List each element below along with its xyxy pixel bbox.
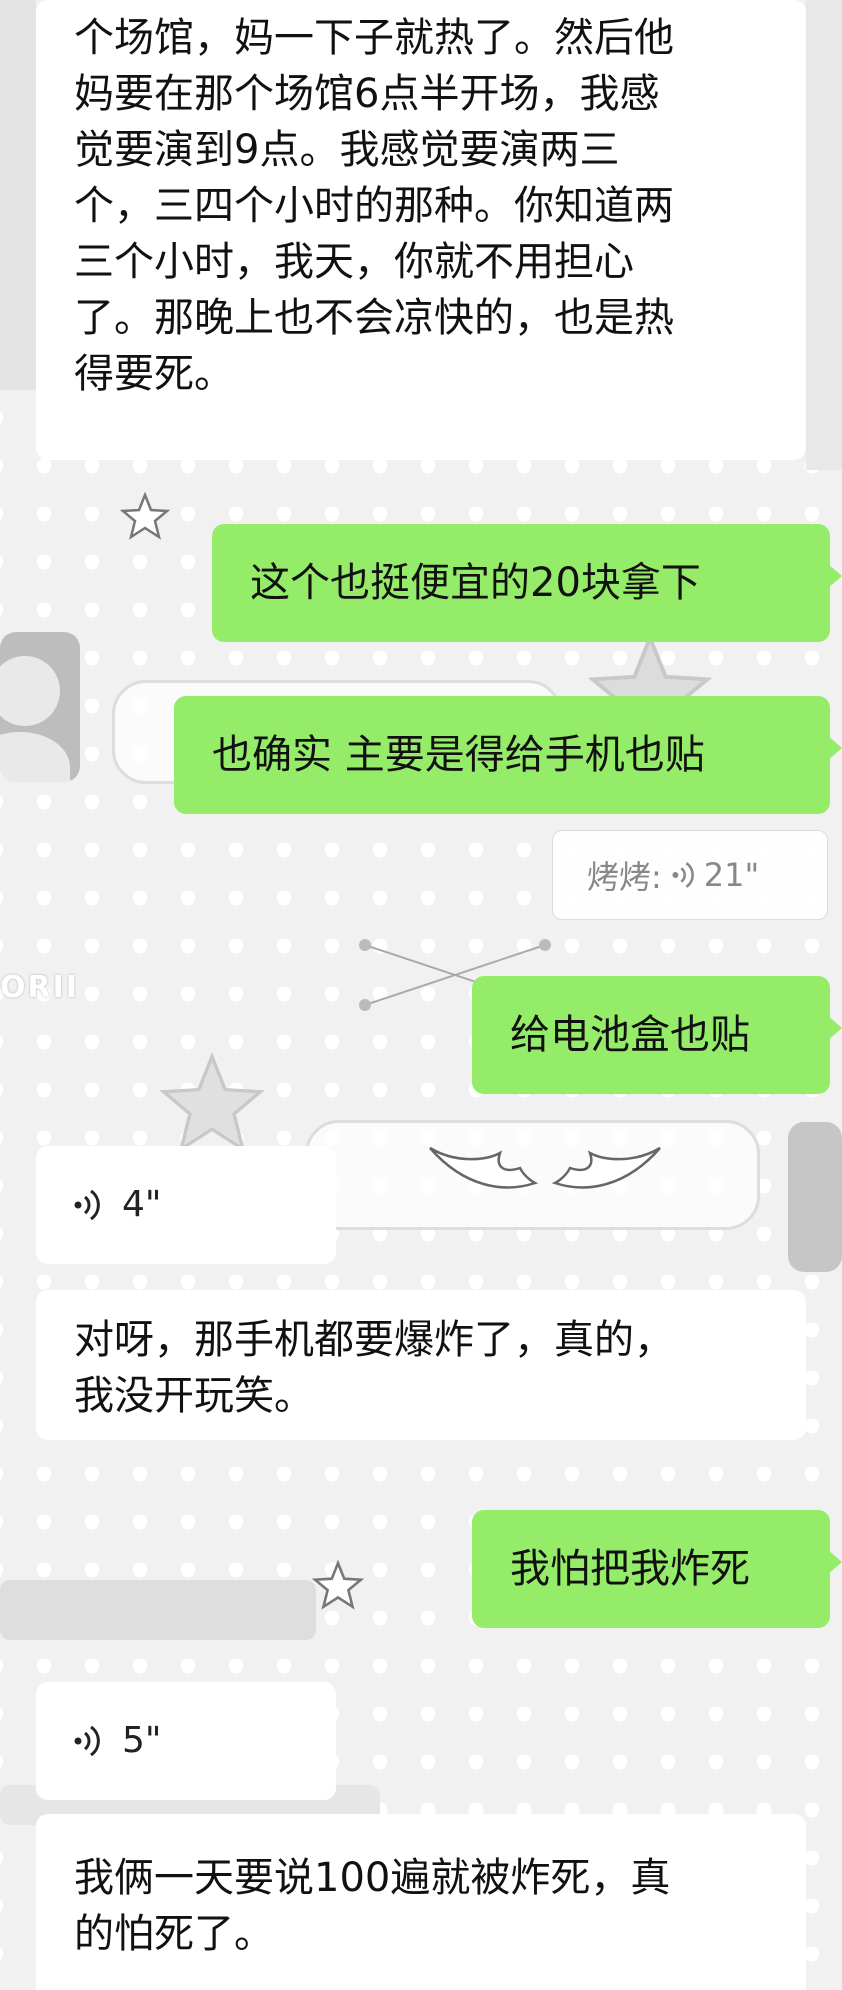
outgoing-message[interactable]: 也确实 主要是得给手机也贴 xyxy=(174,696,842,814)
message-text: 给电池盒也贴 xyxy=(510,1012,750,1058)
angel-wings-icon xyxy=(429,1146,661,1189)
incoming-message[interactable]: 对呀，那手机都要爆炸了，真的， 我没开玩笑。 xyxy=(36,1290,806,1440)
bubble-tail xyxy=(828,1550,842,1574)
bubble-tail xyxy=(828,736,842,760)
bubble-tail xyxy=(828,564,842,588)
message-text: 对呀，那手机都要爆炸了，真的， 我没开玩笑。 xyxy=(74,1317,674,1419)
background-avatar xyxy=(0,632,80,782)
background-avatar xyxy=(788,1122,842,1272)
outgoing-message[interactable]: 给电池盒也贴 xyxy=(472,976,842,1094)
star-outline-icon xyxy=(311,1560,365,1610)
incoming-voice-message[interactable]: 5" xyxy=(36,1682,336,1800)
star-shape-icon xyxy=(159,1052,265,1153)
watermark-text: ORII xyxy=(0,970,79,1005)
voice-duration: 5" xyxy=(122,1720,162,1761)
message-text: 我俩一天要说100遍就被炸死，真 的怕死了。 xyxy=(74,1855,671,1957)
bubble-tail xyxy=(828,1016,842,1040)
incoming-message[interactable]: 个场馆，妈一下子就热了。然后他 妈要在那个场馆6点半开场，我感 觉要演到9点。我… xyxy=(36,0,806,460)
quoted-sender-name: 烤烤: xyxy=(587,858,662,896)
background-left-strip xyxy=(0,0,36,390)
background-right-strip xyxy=(806,0,842,470)
voice-wave-icon xyxy=(74,1725,100,1757)
incoming-message[interactable]: 我俩一天要说100遍就被炸死，真 的怕死了。 xyxy=(36,1814,806,1990)
message-text: 这个也挺便宜的20块拿下 xyxy=(250,560,701,606)
incoming-voice-message[interactable]: 4" xyxy=(36,1146,336,1264)
voice-wave-icon xyxy=(74,1189,100,1221)
quoted-voice-duration: 21" xyxy=(703,856,760,894)
quoted-voice-message[interactable]: 烤烤: 21" xyxy=(552,830,828,920)
voice-duration: 4" xyxy=(122,1184,162,1225)
message-text: 我怕把我炸死 xyxy=(510,1546,750,1592)
background-panel xyxy=(0,1580,316,1640)
message-text: 也确实 主要是得给手机也贴 xyxy=(212,732,705,778)
voice-wave-icon xyxy=(672,862,694,888)
outgoing-message[interactable]: 我怕把我炸死 xyxy=(472,1510,842,1628)
outgoing-message[interactable]: 这个也挺便宜的20块拿下 xyxy=(212,524,842,642)
message-text: 个场馆，妈一下子就热了。然后他 妈要在那个场馆6点半开场，我感 觉要演到9点。我… xyxy=(74,15,674,397)
star-outline-icon xyxy=(120,492,170,540)
